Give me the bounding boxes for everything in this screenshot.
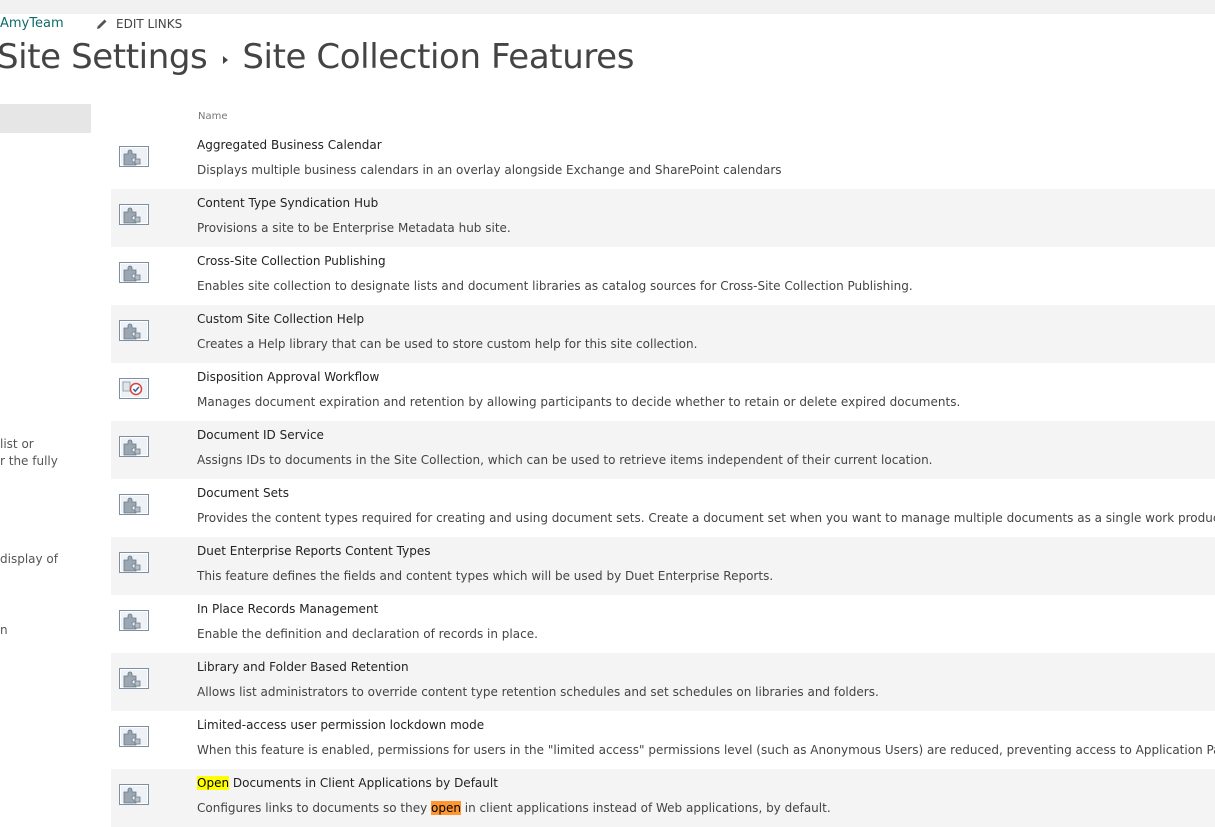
- feature-description: Configures links to documents so they op…: [197, 801, 831, 815]
- feature-name: Limited-access user permission lockdown …: [197, 718, 485, 732]
- feature-name: Duet Enterprise Reports Content Types: [197, 544, 431, 558]
- left-nav-selected-item[interactable]: [0, 104, 91, 133]
- feature-puzzle-icon: [119, 726, 149, 747]
- feature-puzzle-icon: [119, 262, 149, 283]
- feature-row[interactable]: Content Type Syndication Hub Provisions a…: [111, 189, 1215, 247]
- feature-puzzle-icon: [119, 204, 149, 225]
- feature-row[interactable]: Document ID Service Assigns IDs to docume…: [111, 421, 1215, 479]
- feature-description: When this feature is enabled, permission…: [197, 743, 1215, 757]
- pencil-icon: [97, 19, 107, 29]
- left-text-fragment: display of: [0, 552, 58, 566]
- breadcrumb-arrow-icon: [223, 56, 229, 64]
- feature-name: Disposition Approval Workflow: [197, 370, 380, 384]
- feature-description: Provides the content types required for …: [197, 511, 1215, 525]
- feature-description: Assigns IDs to documents in the Site Col…: [197, 453, 933, 467]
- feature-puzzle-icon: [119, 146, 149, 167]
- feature-puzzle-icon: [119, 610, 149, 631]
- feature-row[interactable]: Disposition Approval Workflow Manages doc…: [111, 363, 1215, 421]
- left-text-fragment: n: [0, 623, 8, 637]
- feature-description: Provisions a site to be Enterprise Metad…: [197, 221, 511, 235]
- column-header-name[interactable]: Name: [198, 111, 228, 122]
- top-suite-bar: [0, 0, 1215, 14]
- feature-name: Document Sets: [197, 486, 289, 500]
- feature-name: Custom Site Collection Help: [197, 312, 365, 326]
- workflow-check-icon: [119, 378, 149, 399]
- feature-name: Cross-Site Collection Publishing: [197, 254, 386, 268]
- feature-name: In Place Records Management: [197, 602, 379, 616]
- feature-name: Content Type Syndication Hub: [197, 196, 379, 210]
- feature-description: Allows list administrators to override c…: [197, 685, 879, 699]
- feature-name: Document ID Service: [197, 428, 324, 442]
- feature-row[interactable]: Cross-Site Collection Publishing Enables …: [111, 247, 1215, 305]
- feature-name: Aggregated Business Calendar: [197, 138, 382, 152]
- feature-row[interactable]: Document Sets Provides the content types …: [111, 479, 1215, 537]
- feature-puzzle-icon: [119, 436, 149, 457]
- breadcrumb-site-settings[interactable]: Site Settings: [0, 37, 208, 77]
- feature-puzzle-icon: [119, 552, 149, 573]
- feature-row[interactable]: Limited-access user permission lockdown …: [111, 711, 1215, 769]
- feature-puzzle-icon: [119, 320, 149, 341]
- feature-row[interactable]: Duet Enterprise Reports Content Types Thi…: [111, 537, 1215, 595]
- page-title: Site Settings Site Collection Features: [0, 37, 634, 77]
- feature-puzzle-icon: [119, 494, 149, 515]
- feature-name: Open Documents in Client Applications by…: [197, 776, 498, 790]
- left-text-fragment: list or: [0, 437, 34, 451]
- feature-puzzle-icon: [119, 668, 149, 689]
- feature-description: Manages document expiration and retentio…: [197, 395, 961, 409]
- edit-links-label: EDIT LINKS: [116, 17, 183, 31]
- feature-description: Enable the definition and declaration of…: [197, 627, 538, 641]
- search-highlight-current: open: [431, 801, 461, 815]
- feature-description: Enables site collection to designate lis…: [197, 279, 913, 293]
- breadcrumb-current: Site Collection Features: [242, 37, 635, 77]
- feature-row[interactable]: In Place Records Management Enable the de…: [111, 595, 1215, 653]
- feature-description: Creates a Help library that can be used …: [197, 337, 698, 351]
- feature-name: Library and Folder Based Retention: [197, 660, 409, 674]
- feature-description: Displays multiple business calendars in …: [197, 163, 782, 177]
- search-highlight: Open: [197, 776, 230, 790]
- feature-puzzle-icon: [119, 784, 149, 805]
- feature-description: This feature defines the fields and cont…: [197, 569, 774, 583]
- feature-row[interactable]: Aggregated Business Calendar Displays mul…: [111, 131, 1215, 189]
- feature-row[interactable]: Open Documents in Client Applications by…: [111, 769, 1215, 827]
- site-title-link[interactable]: AmyTeam: [0, 16, 64, 31]
- left-text-fragment: r the fully: [0, 454, 58, 468]
- edit-links-button[interactable]: EDIT LINKS: [96, 17, 182, 31]
- feature-row[interactable]: Library and Folder Based Retention Allows…: [111, 653, 1215, 711]
- feature-row[interactable]: Custom Site Collection Help Creates a Hel…: [111, 305, 1215, 363]
